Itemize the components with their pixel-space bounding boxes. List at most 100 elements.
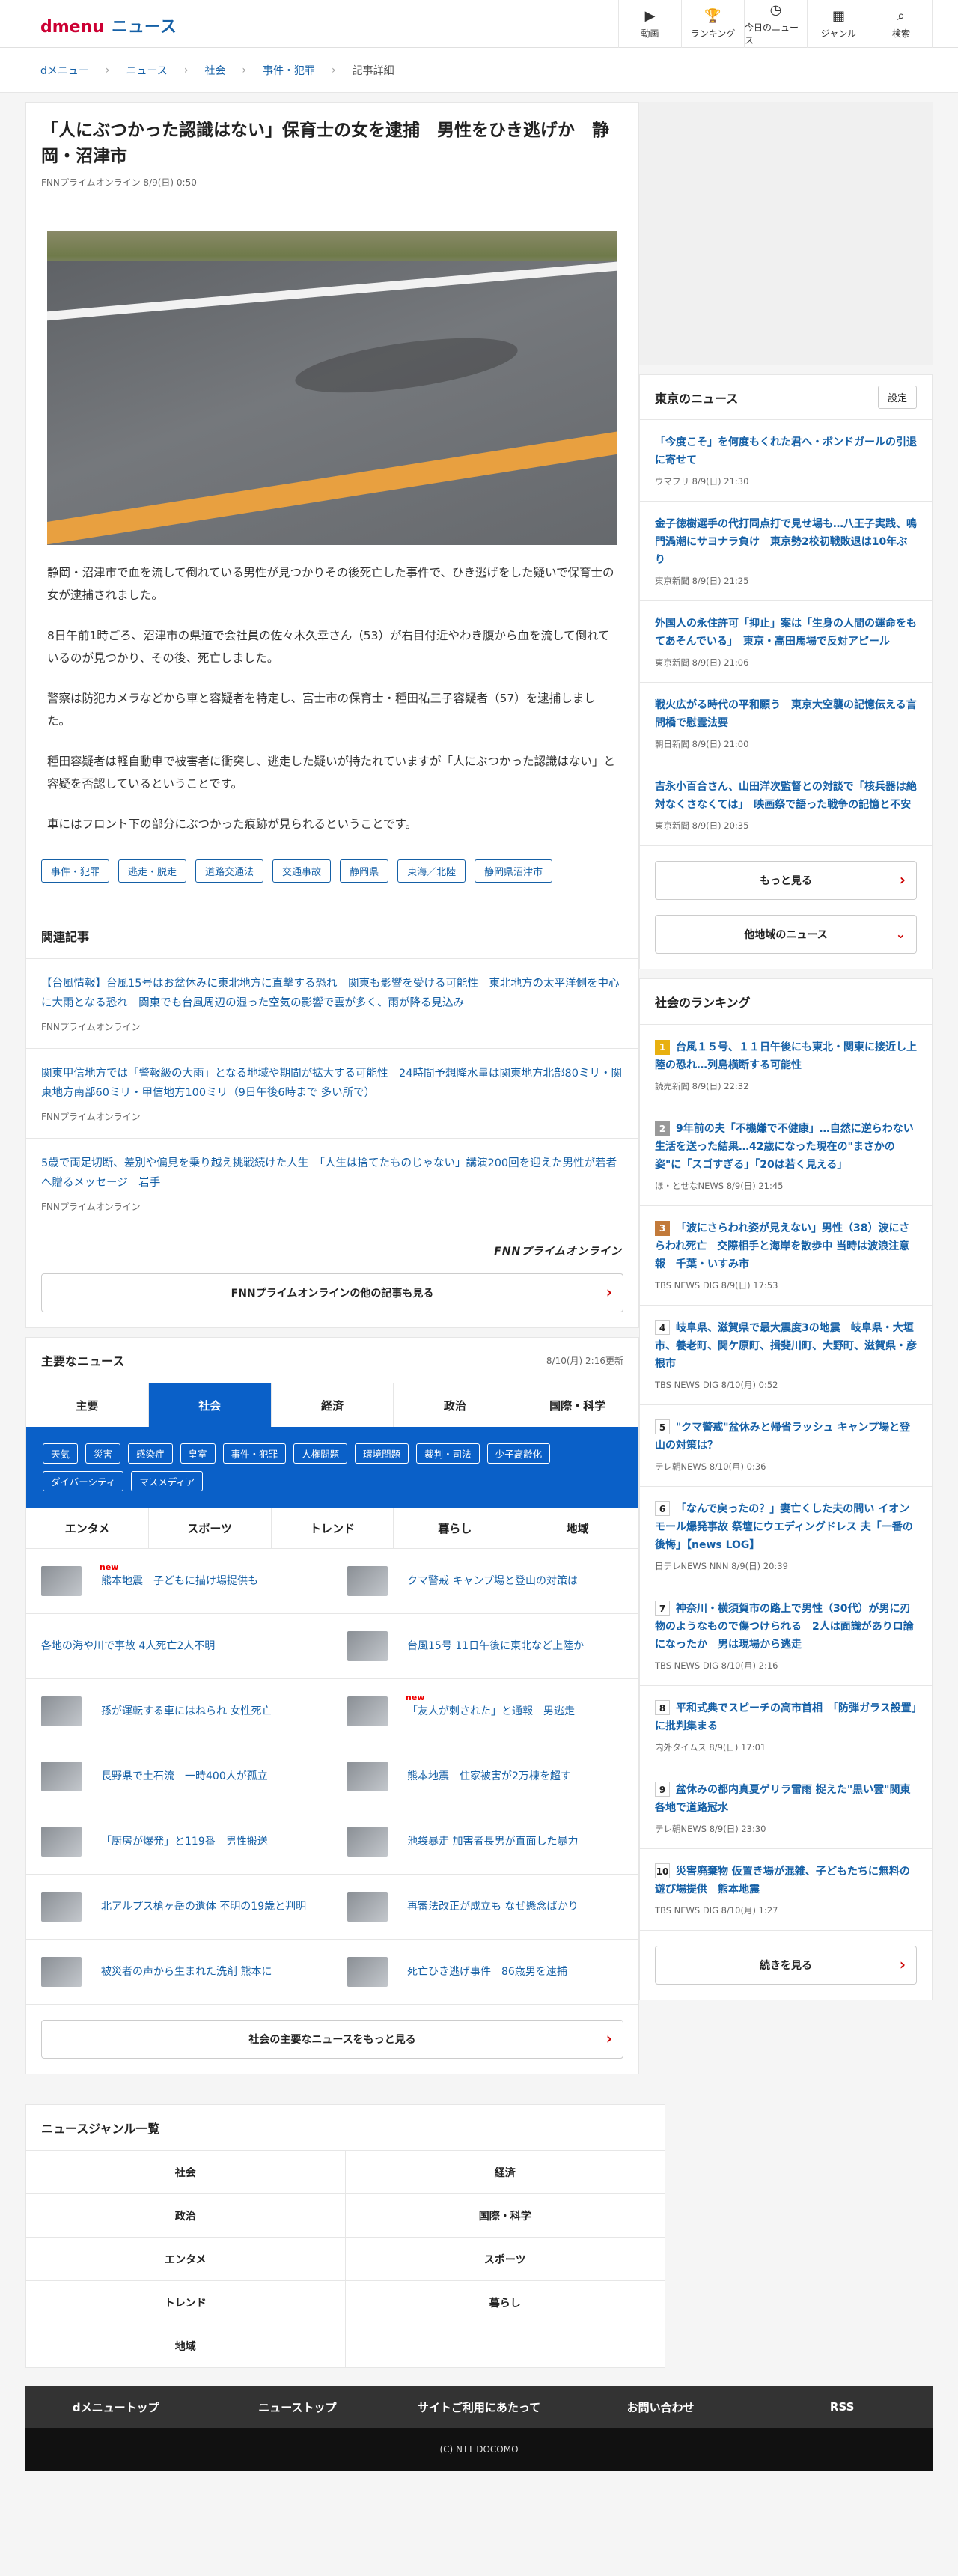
nav-genre[interactable]: ▦ ジャンル — [807, 0, 870, 48]
ranking-item[interactable]: 1 台風１５号、１１日午後にも東北・関東に接近し上陸の恐れ…列島横断する可能性 読売… — [640, 1025, 932, 1106]
list-item[interactable]: 長野県で土石流 一時400人が孤立 — [26, 1744, 332, 1809]
subcategory-link[interactable]: 裁判・司法 — [416, 1443, 480, 1464]
tab-region[interactable]: 地域 — [516, 1508, 638, 1548]
subcategory-link[interactable]: 天気 — [43, 1443, 79, 1464]
tab-economy[interactable]: 経済 — [272, 1383, 394, 1427]
side-news: 東京のニュース 設定 「今度こそ」を何度もくれた君へ・ボンドガールの引退に寄せて… — [639, 374, 933, 969]
list-item[interactable]: 孫が運転する車にはねられ 女性死亡 — [26, 1679, 332, 1744]
tag-link[interactable]: 静岡県 — [340, 859, 389, 883]
footer-link-terms[interactable]: サイトご利用にあたって — [388, 2386, 570, 2428]
subcategory-link[interactable]: 事件・犯罪 — [222, 1443, 287, 1464]
list-item[interactable]: 各地の海や川で事故 4人死亡2人不明 — [26, 1614, 332, 1679]
breadcrumb-dmenu[interactable]: dメニュー — [40, 63, 89, 78]
subcategory-link[interactable]: 人権問題 — [293, 1443, 348, 1464]
subcategory-link[interactable]: 感染症 — [128, 1443, 173, 1464]
nav-today[interactable]: ◷ 今日のニュース — [744, 0, 807, 48]
breadcrumb-crime[interactable]: 事件・犯罪 — [263, 63, 315, 78]
genre-link[interactable]: 国際・科学 — [345, 2193, 665, 2237]
tab-sports[interactable]: スポーツ — [149, 1508, 272, 1548]
tag-link[interactable]: 道路交通法 — [195, 859, 264, 883]
ranking-item[interactable]: 3 「波にさらわれ姿が見えない」男性（38）波にさらわれ死亡 交際相手と海岸を散歩… — [640, 1206, 932, 1306]
nav-ranking[interactable]: 🏆 ランキング — [681, 0, 744, 48]
ranking-item[interactable]: 10 災害廃棄物 仮置き場が混雑、子どもたちに無料の遊び場提供 熊本地震 TBS N… — [640, 1849, 932, 1931]
nav-video[interactable]: ▶ 動画 — [618, 0, 681, 48]
tag-link[interactable]: 静岡県沼津市 — [475, 859, 553, 883]
list-item[interactable]: クマ警戒 キャンプ場と登山の対策は — [332, 1549, 638, 1614]
tab-trend[interactable]: トレンド — [272, 1508, 394, 1548]
chevron-right-icon: › — [332, 64, 336, 76]
tag-link[interactable]: 逃走・脱走 — [118, 859, 187, 883]
side-more-button[interactable]: もっと見る › — [655, 861, 917, 900]
subcategory-link[interactable]: 環境問題 — [355, 1443, 409, 1464]
list-item[interactable]: 熊本地震 住家被害が2万棟を超す — [332, 1744, 638, 1809]
tag-link[interactable]: 東海／北陸 — [397, 859, 466, 883]
tab-international[interactable]: 国際・科学 — [516, 1383, 638, 1427]
list-item[interactable]: new 「友人が刺された」と通報 男逃走 — [332, 1679, 638, 1744]
footer-link-rss[interactable]: RSS — [751, 2386, 933, 2428]
breadcrumb-news[interactable]: ニュース — [126, 63, 168, 78]
footer-link-dmenu-top[interactable]: dメニュートップ — [25, 2386, 207, 2428]
list-item[interactable]: 池袋暴走 加害者長男が直面した暴力 — [332, 1809, 638, 1875]
settings-button[interactable]: 設定 — [877, 386, 917, 409]
subcategory-link[interactable]: 少子高齢化 — [486, 1443, 551, 1464]
list-item[interactable]: 戦火広がる時代の平和願う 東京大空襲の記憶伝える言問橋で慰霊法要 朝日新聞 8/9… — [640, 683, 932, 764]
other-region-button[interactable]: 他地域のニュース ⌄ — [655, 915, 917, 954]
tab-entertainment[interactable]: エンタメ — [26, 1508, 149, 1548]
related-item[interactable]: 5歳で両足切断、差別や偏見を乗り越え挑戦続けた人生 「人生は捨てたものじゃない」… — [26, 1139, 638, 1228]
list-item[interactable]: 再審法改正が成立も なぜ懸念ばかり — [332, 1875, 638, 1940]
list-item[interactable]: 台風15号 11日午後に東北など上陸か — [332, 1614, 638, 1679]
subcategory-link[interactable]: 災害 — [85, 1443, 121, 1464]
subcategory-link[interactable]: マスメディア — [131, 1471, 204, 1491]
tag-link[interactable]: 交通事故 — [272, 859, 332, 883]
genre-link[interactable]: 地域 — [26, 2324, 346, 2367]
footer-link-news-top[interactable]: ニューストップ — [207, 2386, 389, 2428]
list-item[interactable]: 北アルプス槍ヶ岳の遺体 不明の19歳と判明 — [26, 1875, 332, 1940]
thumbnail — [41, 1892, 82, 1922]
tab-politics[interactable]: 政治 — [394, 1383, 517, 1427]
nav-search[interactable]: ⌕ 検索 — [870, 0, 933, 48]
article-meta: FNNプライムオンライン 8/9(日) 0:50 — [41, 177, 197, 188]
ranking-heading: 社会のランキング — [640, 979, 932, 1025]
ranking-item[interactable]: 2 9年前の夫「不機嫌で不健康」…自然に逆らわない生活を送った結果…42歳になった… — [640, 1106, 932, 1206]
ranking-item[interactable]: 4 岐阜県、滋賀県で最大震度3の地震 岐阜県・大垣市、養老町、関ケ原町、揖斐川町、… — [640, 1306, 932, 1405]
major-news-more-button[interactable]: 社会の主要なニュースをもっと見る › — [41, 2020, 623, 2059]
genre-link[interactable]: エンタメ — [26, 2237, 346, 2280]
ranking-item[interactable]: 5 "クマ警戒"盆休みと帰省ラッシュ キャンプ場と登山の対策は？ テレ朝NEWS 8… — [640, 1405, 932, 1487]
genre-link[interactable]: 暮らし — [345, 2280, 665, 2324]
list-item[interactable]: 外国人の永住許可「抑止」案は「生身の人間の運命をもてあそんでいる」 東京・高田馬… — [640, 601, 932, 683]
tag-link[interactable]: 事件・犯罪 — [41, 859, 110, 883]
footer-link-contact[interactable]: お問い合わせ — [570, 2386, 752, 2428]
list-item[interactable]: 「今度こそ」を何度もくれた君へ・ボンドガールの引退に寄せて ウマフリ 8/9(日)… — [640, 420, 932, 502]
related-item[interactable]: 関東甲信地方では「警報級の大雨」となる地域や期間が拡大する可能性 24時間予想降… — [26, 1049, 638, 1139]
genre-link[interactable]: スポーツ — [345, 2237, 665, 2280]
list-item[interactable]: 死亡ひき逃げ事件 86歳男を逮捕 — [332, 1940, 638, 2005]
tab-main[interactable]: 主要 — [26, 1383, 149, 1427]
site-header: dmenu ニュース ▶ 動画 🏆 ランキング ◷ 今日のニュース ▦ ジャンル ⌕ 検索 — [0, 0, 958, 48]
list-item[interactable]: 「厨房が爆発」と119番 男性搬送 — [26, 1809, 332, 1875]
ranking-item[interactable]: 8 平和式典でスピーチの高市首相 「防弾ガラス設置」に批判集まる 内外タイムス 8/… — [640, 1686, 932, 1767]
list-item[interactable]: 金子徳樹選手の代打同点打で見せ場も…八王子実践、鳴門渦潮にサヨナラ負け 東京勢2… — [640, 502, 932, 601]
list-item[interactable]: 吉永小百合さん、山田洋次監督との対談で「核兵器は絶対なくさなくては」 映画祭で語… — [640, 764, 932, 846]
tab-society[interactable]: 社会 — [148, 1383, 272, 1427]
dmenu-logo[interactable]: dmenu ニュース — [40, 13, 177, 37]
ranking-item[interactable]: 9 盆休みの都内真夏ゲリラ雷雨 捉えた"黒い雲"関東各地で道路冠水 テレ朝NEWS … — [640, 1767, 932, 1849]
related-item[interactable]: 【台風情報】台風15号はお盆休みに東北地方に直撃する恐れ 関東も影響を受ける可能… — [26, 959, 638, 1049]
ranking-more-button[interactable]: 続きを見る › — [655, 1946, 917, 1985]
ranking-item[interactable]: 7 神奈川・横須賀市の路上で男性（30代）が男に刃物のようなもので傷つけられる 2… — [640, 1586, 932, 1686]
list-item[interactable]: 被災者の声から生まれた洗剤 熊本に — [26, 1940, 332, 2005]
tab-life[interactable]: 暮らし — [394, 1508, 517, 1548]
subcategory-list: 天気 災害 感染症 皇室 事件・犯罪 人権問題 環境問題 裁判・司法 少子高齢化… — [26, 1427, 638, 1508]
subcategory-link[interactable]: ダイバーシティ — [43, 1471, 124, 1491]
news-section-title[interactable]: ニュース — [112, 18, 177, 37]
ranking-item[interactable]: 6 「なんで戻ったの？」妻亡くした夫の問い イオンモール爆発事故 祭壇にウエディン… — [640, 1487, 932, 1586]
breadcrumb-society[interactable]: 社会 — [204, 63, 225, 78]
genre-link[interactable]: 政治 — [26, 2193, 346, 2237]
genre-link[interactable]: 社会 — [26, 2150, 346, 2193]
rank-number: 2 — [655, 1121, 670, 1136]
genre-link[interactable]: トレンド — [26, 2280, 346, 2324]
article-tags: 事件・犯罪 逃走・脱走 道路交通法 交通事故 静岡県 東海／北陸 静岡県沼津市 — [41, 859, 623, 883]
list-item[interactable]: new 熊本地震 子どもに描け場提供も — [26, 1549, 332, 1614]
genre-link[interactable]: 経済 — [345, 2150, 665, 2193]
subcategory-link[interactable]: 皇室 — [180, 1443, 216, 1464]
fnn-more-button[interactable]: FNNプライムオンラインの他の記事も見る › — [41, 1273, 623, 1312]
